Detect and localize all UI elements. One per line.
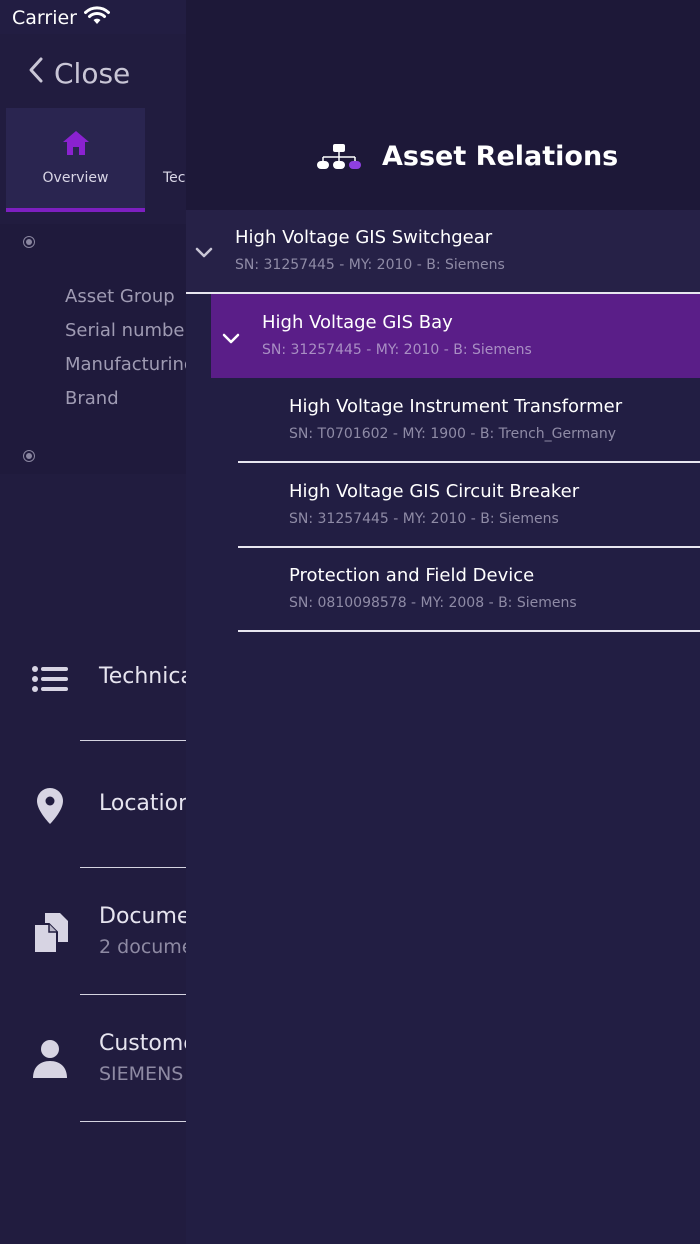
- info-label-asset-group: Asset Group: [65, 286, 175, 307]
- relation-title: High Voltage GIS Switchgear: [235, 227, 493, 248]
- drawer-header: Asset Relations: [186, 0, 700, 210]
- info-label-serial-number: Serial number: [65, 320, 186, 341]
- relation-title: High Voltage GIS Bay: [262, 312, 453, 333]
- info-label-brand: Brand: [65, 388, 119, 409]
- relation-title: High Voltage Instrument Transformer: [289, 396, 623, 417]
- tab-technical[interactable]: Tec: [163, 108, 186, 208]
- close-button[interactable]: Close: [28, 56, 130, 91]
- list-icon: [30, 664, 70, 698]
- relation-subtitle: SN: T0701602 - MY: 1900 - B: Trench_Germ…: [289, 426, 617, 442]
- hierarchy-icon: [316, 143, 362, 175]
- info-label-manufacturing: Manufacturing: [65, 354, 186, 375]
- menu-title-documents: Documents: [99, 904, 186, 929]
- relation-item-gis-bay[interactable]: High Voltage GIS Bay SN: 31257445 - MY: …: [211, 294, 700, 378]
- menu-item-documents[interactable]: Documents 2 documents: [0, 868, 186, 995]
- asset-detail-panel: Close Overview Tec Asset Group Serial nu…: [0, 34, 186, 1244]
- menu-item-customer[interactable]: Customer SIEMENS: [0, 995, 186, 1122]
- drawer-title: Asset Relations: [382, 141, 619, 172]
- relation-item-switchgear[interactable]: High Voltage GIS Switchgear SN: 31257445…: [186, 210, 700, 294]
- chevron-left-icon: [28, 56, 44, 91]
- tab-overview-label: Overview: [42, 170, 109, 186]
- divider: [238, 630, 700, 632]
- documents-icon: [32, 912, 70, 958]
- house-icon: [62, 130, 90, 160]
- menu-subtitle-documents: 2 documents: [99, 936, 186, 958]
- relation-item-protection-device[interactable]: Protection and Field Device SN: 08100985…: [238, 547, 700, 631]
- relation-subtitle: SN: 31257445 - MY: 2010 - B: Siemens: [262, 342, 532, 358]
- tab-technical-label: Tec: [163, 170, 186, 186]
- menu-item-technical[interactable]: Technical: [0, 614, 186, 741]
- close-label: Close: [54, 57, 131, 90]
- person-icon: [32, 1039, 68, 1083]
- tab-overview[interactable]: Overview: [6, 108, 145, 212]
- divider: [80, 1121, 186, 1122]
- asset-info-card: Asset Group Serial number Manufacturing …: [0, 224, 186, 474]
- menu-item-location[interactable]: Location: [0, 741, 186, 868]
- menu-title-location: Location: [99, 791, 186, 816]
- relation-title: Protection and Field Device: [289, 565, 535, 586]
- relation-subtitle: SN: 31257445 - MY: 2010 - B: Siemens: [289, 511, 559, 527]
- menu-title-technical: Technical: [99, 664, 186, 689]
- relation-subtitle: SN: 31257445 - MY: 2010 - B: Siemens: [235, 257, 505, 273]
- detail-tabs: Overview Tec: [0, 108, 186, 212]
- chevron-down-icon[interactable]: [222, 330, 240, 349]
- page-indicator-dot: [23, 236, 35, 248]
- chevron-down-icon[interactable]: [195, 244, 213, 263]
- menu-subtitle-customer: SIEMENS: [99, 1063, 184, 1085]
- relation-subtitle: SN: 0810098578 - MY: 2008 - B: Siemens: [289, 595, 577, 611]
- location-pin-icon: [36, 787, 64, 829]
- relation-title: High Voltage GIS Circuit Breaker: [289, 481, 580, 502]
- asset-relations-drawer: Asset Relations High Voltage GIS Switchg…: [186, 0, 700, 1244]
- page-indicator-dot: [23, 450, 35, 462]
- relation-item-instrument-transformer[interactable]: High Voltage Instrument Transformer SN: …: [238, 378, 700, 462]
- relation-item-circuit-breaker[interactable]: High Voltage GIS Circuit Breaker SN: 312…: [238, 463, 700, 547]
- menu-title-customer: Customer: [99, 1031, 186, 1056]
